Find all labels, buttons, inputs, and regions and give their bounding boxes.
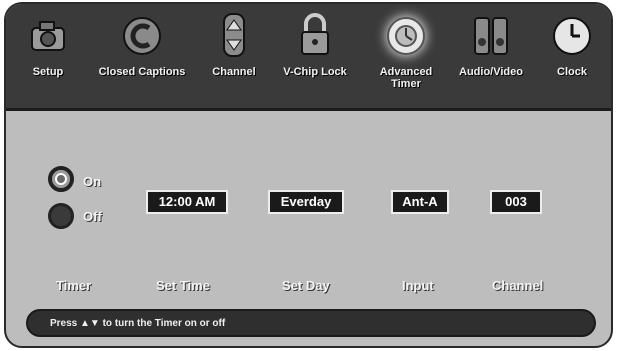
menu-item-closed-captions[interactable]: Closed Captions [94,10,190,104]
menu-item-setup[interactable]: Setup [8,10,88,104]
lock-icon [301,13,329,55]
set-day-field[interactable]: Everday [268,190,344,214]
timer-on-radio[interactable] [48,166,74,192]
menu-label-setup: Setup [32,66,64,78]
camera-icon [31,21,65,51]
advanced-timer-icon [387,17,425,55]
timer-off-label: Off [83,209,102,224]
captions-icon [123,17,161,55]
audio-video-icon [474,17,508,55]
menu-item-audio-video[interactable]: Audio/Video [446,10,536,104]
menu-label-clock: Clock [557,66,587,78]
channel-arrows-icon [223,13,245,57]
tv-menu-window: Setup Closed Captions Channel V-Chip Loc… [4,2,613,348]
menu-label-audio-video: Audio/Video [459,66,523,78]
menu-item-vchip-lock[interactable]: V-Chip Lock [270,10,360,104]
timer-off-radio[interactable] [48,203,74,229]
status-text: Press ▲▼ to turn the Timer on or off [50,318,226,329]
menu-item-advanced-timer[interactable]: Advanced Timer [366,10,446,104]
input-field[interactable]: Ant-A [391,190,449,214]
status-bar: Press ▲▼ to turn the Timer on or off [26,309,596,337]
menu-item-channel[interactable]: Channel [194,10,274,104]
menu-label-vchip-lock: V-Chip Lock [283,66,347,78]
input-label: Input [402,278,434,293]
set-day-label: Set Day [282,278,330,293]
main-menu-bar: Setup Closed Captions Channel V-Chip Loc… [6,4,611,111]
menu-label-closed-captions: Closed Captions [98,66,186,78]
channel-field[interactable]: 003 [490,190,542,214]
menu-item-clock[interactable]: Clock [532,10,611,104]
channel-label: Channel [492,278,544,293]
timer-label: Timer [56,278,92,293]
menu-label-channel: Channel [212,66,256,78]
set-time-field[interactable]: 12:00 AM [146,190,228,214]
menu-label-advanced-timer: Advanced Timer [379,66,433,90]
timer-on-label: On [83,174,102,189]
clock-icon [553,17,591,55]
set-time-label: Set Time [156,278,210,293]
